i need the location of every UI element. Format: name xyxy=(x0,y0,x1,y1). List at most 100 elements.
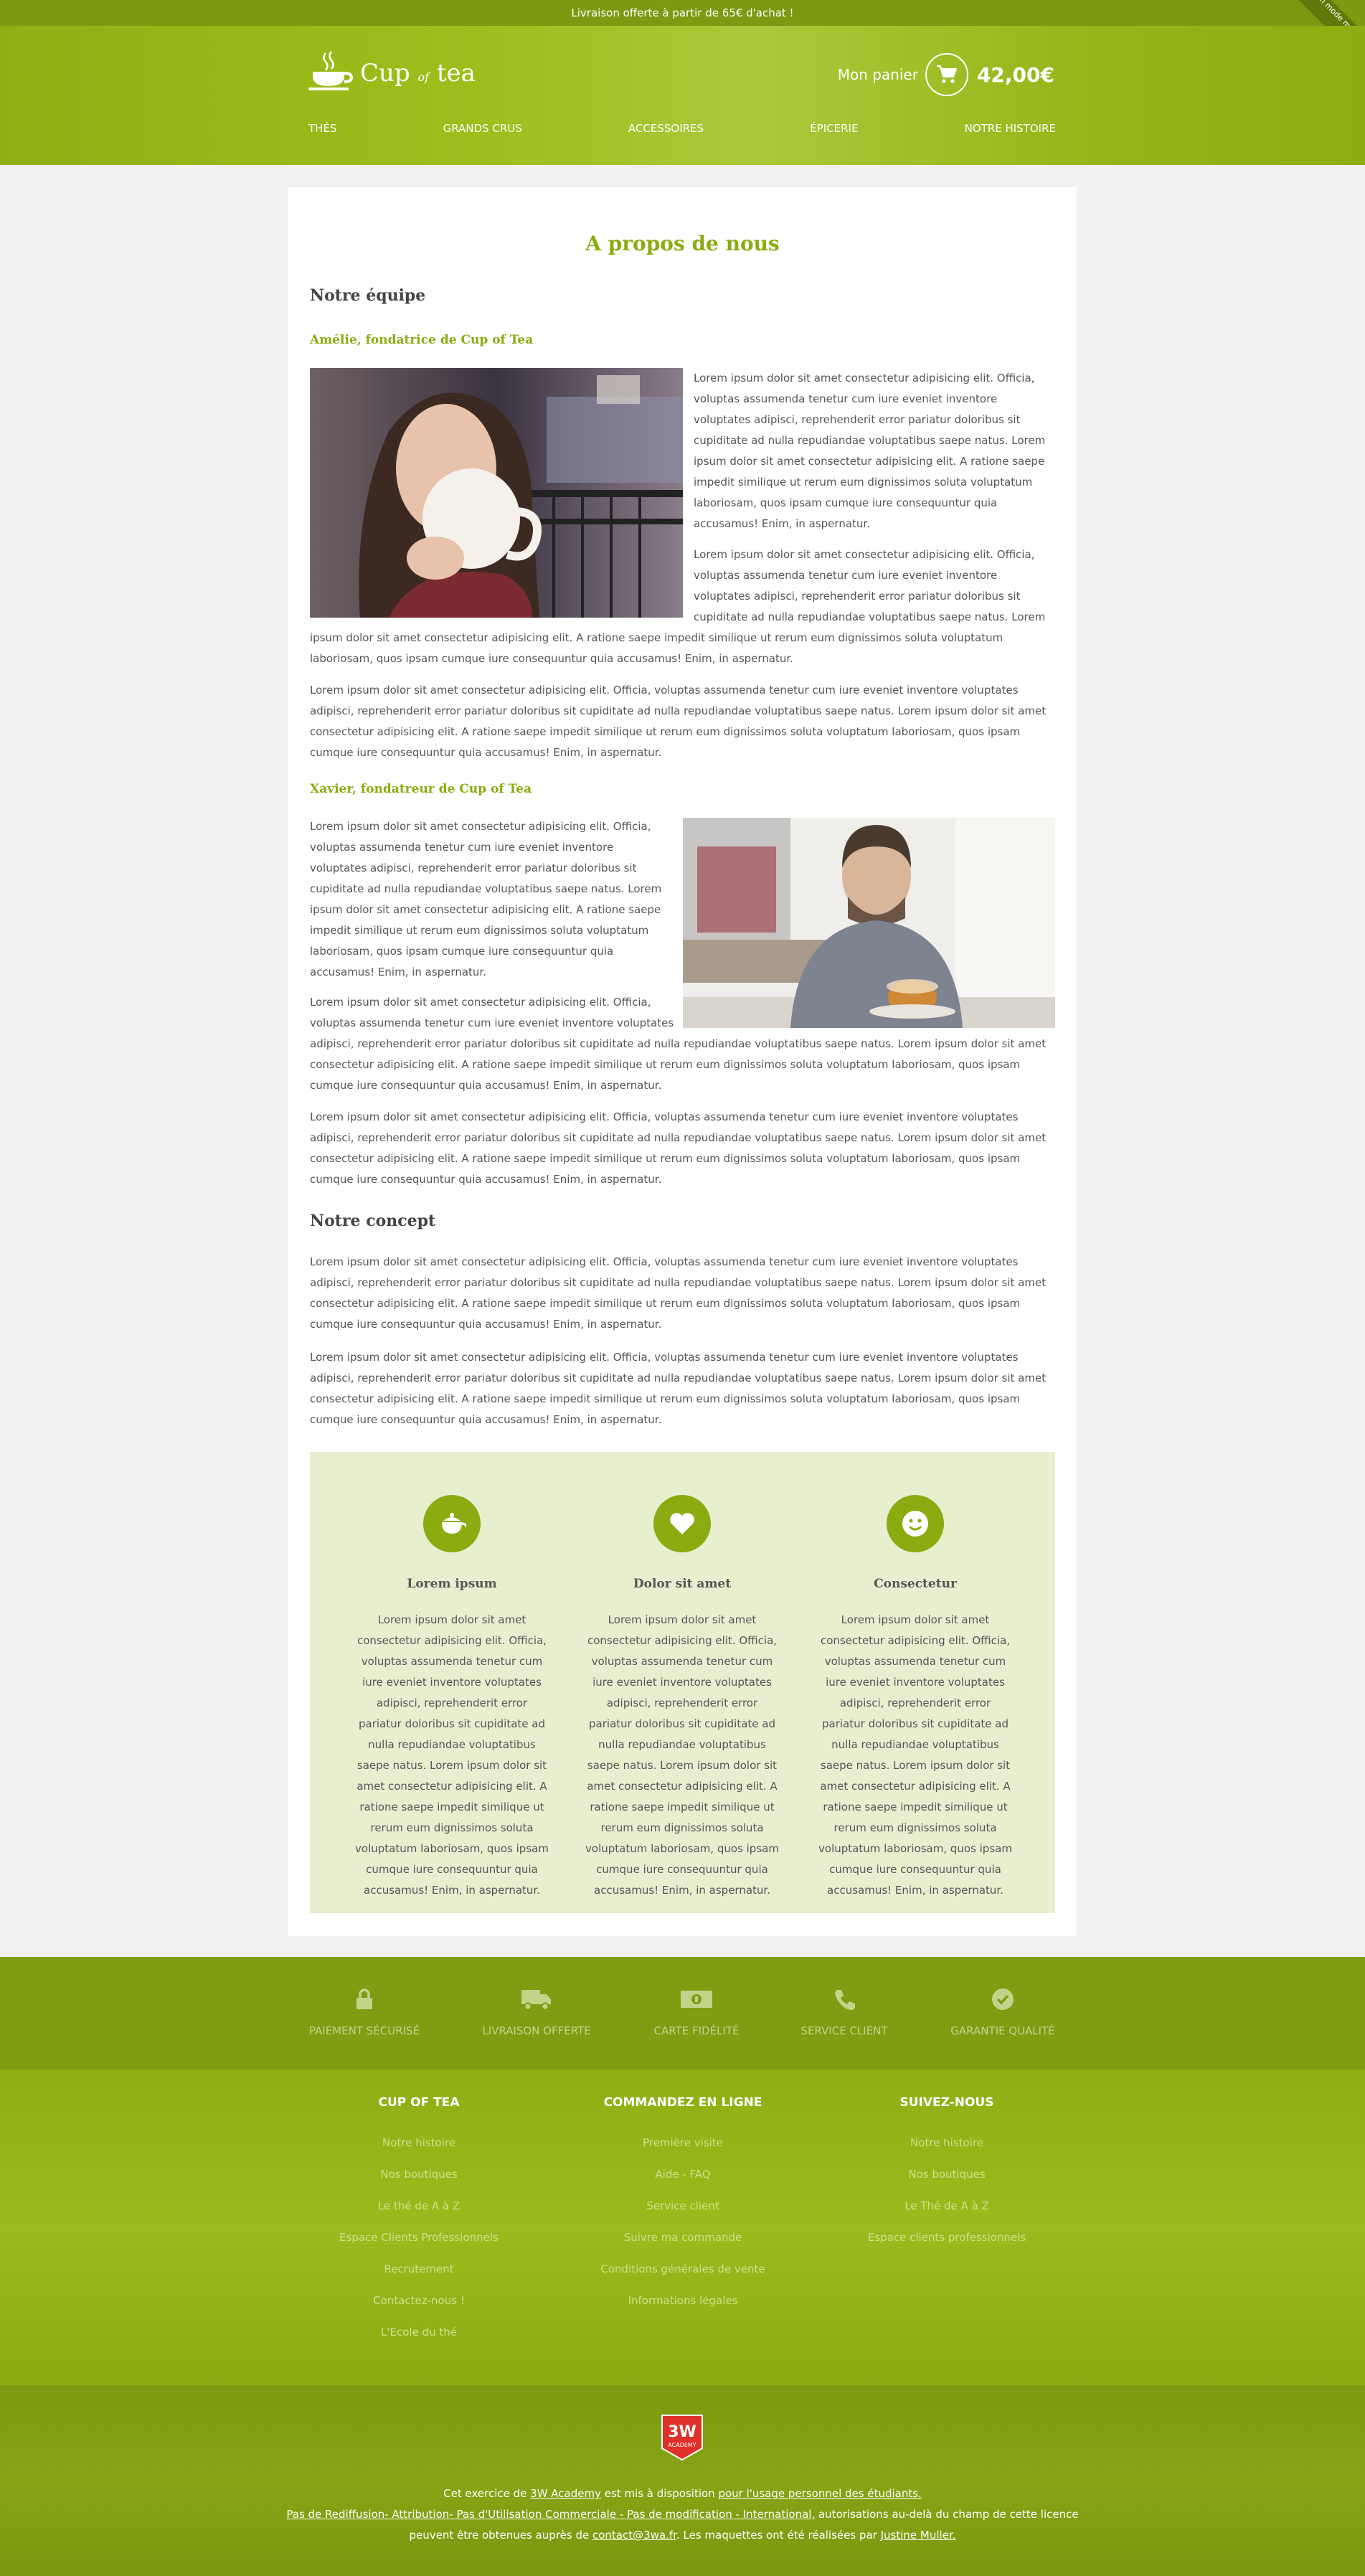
logo[interactable]: Cup of tea xyxy=(308,50,476,92)
footer-link[interactable]: Le Thé de A à Z xyxy=(839,2199,1054,2230)
footer-link[interactable]: Première visite xyxy=(575,2136,790,2167)
concept-heading: Notre concept xyxy=(310,1212,436,1230)
feature-title: Consectetur xyxy=(874,1577,957,1591)
footer-link[interactable]: Le thé de A à Z xyxy=(311,2199,526,2230)
cart[interactable]: Mon panier 42,00€ xyxy=(838,53,1054,96)
feature-1: Lorem ipsum Lorem ipsum dolor sit amet c… xyxy=(354,1495,549,1901)
service-client[interactable]: SERVICE CLIENT xyxy=(773,1984,916,2037)
nav-item-grands-crus[interactable]: GRANDS CRUS xyxy=(443,122,522,135)
feature-text: Lorem ipsum dolor sit amet consectetur a… xyxy=(818,1613,1012,1897)
link-contact-email[interactable]: contact@3wa.fr xyxy=(592,2529,676,2542)
logo-word-tea: tea xyxy=(436,59,476,88)
heart-icon xyxy=(670,1513,694,1534)
logo-word-cup: Cup xyxy=(360,59,410,88)
feature-3: Consectetur Lorem ipsum dolor sit amet c… xyxy=(818,1495,1013,1901)
feature-text: Lorem ipsum dolor sit amet consectetur a… xyxy=(585,1613,779,1897)
services-strip: PAIEMENT SÉCURISÉ LIVRAISON OFFERTE CART… xyxy=(0,1957,1365,2070)
cart-button[interactable] xyxy=(925,53,968,96)
credit-text-3: autorisations au-delà du champ de cette … xyxy=(815,2508,1079,2521)
service-label: CARTE FIDÉLITÉ xyxy=(653,2024,740,2037)
feature-text: Lorem ipsum dolor sit amet consectetur a… xyxy=(355,1613,549,1897)
cart-label: Mon panier xyxy=(837,66,918,83)
person1-paragraph-1: Lorem ipsum dolor sit amet consectetur a… xyxy=(694,372,1046,530)
badge-line-1: 3W xyxy=(668,2423,696,2441)
link-usage-personnel[interactable]: pour l'usage personnel des étudiants. xyxy=(718,2487,921,2500)
nav-item-thes[interactable]: THÉS xyxy=(308,122,336,135)
footer-link[interactable]: Espace Clients Professionnels xyxy=(311,2230,526,2262)
footer-col-title: COMMANDEZ EN LIGNE xyxy=(603,2095,762,2110)
teapot-icon xyxy=(442,1513,466,1534)
link-license[interactable]: Pas de Rediffusion- Attribution- Pas d'U… xyxy=(286,2508,815,2521)
3w-academy-logo[interactable]: 3W ACADEMY xyxy=(661,2414,704,2461)
service-label: SERVICE CLIENT xyxy=(800,2024,888,2037)
lock-icon xyxy=(293,1984,436,2014)
service-label: GARANTIE QUALITÉ xyxy=(950,2024,1055,2037)
footer-link[interactable]: Conditions générales de vente xyxy=(575,2262,790,2293)
feature-icon-circle xyxy=(887,1495,944,1552)
card-icon xyxy=(625,1984,768,2014)
badge-line-2: ACADEMY xyxy=(668,2442,696,2448)
person2-name: Xavier, fondatreur de Cup of Tea xyxy=(310,782,532,796)
footer-link[interactable]: Nos boutiques xyxy=(839,2167,1054,2199)
smile-icon xyxy=(902,1511,928,1537)
teacup-icon xyxy=(308,51,354,90)
link-3w-academy[interactable]: 3W Academy xyxy=(530,2487,601,2500)
footer-link[interactable]: Aide - FAQ xyxy=(575,2167,790,2199)
page-title: A propos de nous xyxy=(585,232,780,255)
feature-icon-circle xyxy=(653,1495,711,1552)
logo-text: Cup of tea xyxy=(360,59,476,92)
footer-link[interactable]: Notre histoire xyxy=(839,2136,1054,2167)
promo-bar: Livraison offerte à partir de 65€ d'acha… xyxy=(0,0,1365,26)
person1-name: Amélie, fondatrice de Cup of Tea xyxy=(310,333,534,347)
footer-link[interactable]: Service client xyxy=(575,2199,790,2230)
nav-item-epicerie[interactable]: ÉPICERIE xyxy=(810,122,858,135)
credit-text-5: . Les maquettes ont été réalisées par xyxy=(676,2529,881,2542)
truck-icon xyxy=(465,1984,608,2014)
footer-link[interactable]: Contactez-nous ! xyxy=(311,2293,526,2325)
main-nav: THÉS GRANDS CRUS ACCESSOIRES ÉPICERIE NO… xyxy=(308,122,1056,135)
promo-text: Livraison offerte à partir de 65€ d'acha… xyxy=(571,6,794,19)
footer-link[interactable]: Notre histoire xyxy=(311,2136,526,2167)
footer-link[interactable]: L'Ecole du thé xyxy=(311,2325,526,2356)
footer-col-title: SUIVEZ-NOUS xyxy=(899,2095,994,2110)
link-justine-muller[interactable]: Justine Muller. xyxy=(881,2529,956,2542)
footer-links: CUP OF TEA Notre histoire Nos boutiques … xyxy=(0,2070,1365,2385)
float-spacer-2 xyxy=(682,992,1055,1029)
service-label: PAIEMENT SÉCURISÉ xyxy=(308,2024,420,2037)
service-paiement[interactable]: PAIEMENT SÉCURISÉ xyxy=(293,1984,436,2037)
footer-link[interactable]: Suivre ma commande xyxy=(575,2230,790,2262)
person2-paragraph-2-wrap: Lorem ipsum dolor sit amet consectetur a… xyxy=(310,992,1055,1096)
shopping-cart-icon xyxy=(936,65,957,83)
nav-item-accessoires[interactable]: ACCESSOIRES xyxy=(628,122,704,135)
footer-link[interactable]: Espace clients professionnels xyxy=(839,2230,1054,2262)
phone-icon xyxy=(773,1984,916,2014)
service-livraison[interactable]: LIVRAISON OFFERTE xyxy=(465,1984,608,2037)
feature-2: Dolor sit amet Lorem ipsum dolor sit ame… xyxy=(585,1495,780,1901)
credit-text-2: est mis à disposition xyxy=(600,2487,719,2500)
footer-link[interactable]: Informations légales xyxy=(575,2293,790,2325)
team-heading: Notre équipe xyxy=(310,286,426,305)
person1-paragraph-3: Lorem ipsum dolor sit amet consectetur a… xyxy=(310,684,1047,759)
concept-paragraph-1: Lorem ipsum dolor sit amet consectetur a… xyxy=(310,1255,1047,1331)
footer-link[interactable]: Recrutement xyxy=(311,2262,526,2293)
content-card: A propos de nous Notre équipe Amélie, fo… xyxy=(288,187,1077,1936)
logo-word-of: of xyxy=(417,70,430,84)
feature-title: Lorem ipsum xyxy=(407,1577,497,1591)
footer-col-suivez-nous: SUIVEZ-NOUS Notre histoire Nos boutiques… xyxy=(839,2095,1054,2262)
footer-link[interactable]: Nos boutiques xyxy=(311,2167,526,2199)
person2-paragraph-1: Lorem ipsum dolor sit amet consectetur a… xyxy=(310,820,662,978)
footer-col-title: CUP OF TEA xyxy=(378,2095,460,2110)
float-spacer xyxy=(310,544,694,618)
features-panel: Lorem ipsum Lorem ipsum dolor sit amet c… xyxy=(310,1452,1055,1913)
service-garantie[interactable]: GARANTIE QUALITÉ xyxy=(931,1984,1074,2037)
site-footer: 3W ACADEMY Cet exercice de 3W Academy es… xyxy=(0,2385,1365,2576)
concept-paragraph-2: Lorem ipsum dolor sit amet consectetur a… xyxy=(310,1351,1047,1426)
service-label: LIVRAISON OFFERTE xyxy=(482,2024,591,2037)
cart-total: 42,00€ xyxy=(976,62,1054,87)
person1-paragraph-2-wrap: Lorem ipsum dolor sit amet consectetur a… xyxy=(310,544,1055,669)
credit-text-4: peuvent être obtenues auprès de xyxy=(409,2529,592,2542)
nav-item-notre-histoire[interactable]: NOTRE HISTOIRE xyxy=(965,122,1056,135)
service-fidelite[interactable]: CARTE FIDÉLITÉ xyxy=(625,1984,768,2037)
person2-paragraph-3: Lorem ipsum dolor sit amet consectetur a… xyxy=(310,1110,1047,1186)
site-header: Cup of tea Mon panier 42,00€ THÉS GRANDS… xyxy=(0,26,1365,165)
